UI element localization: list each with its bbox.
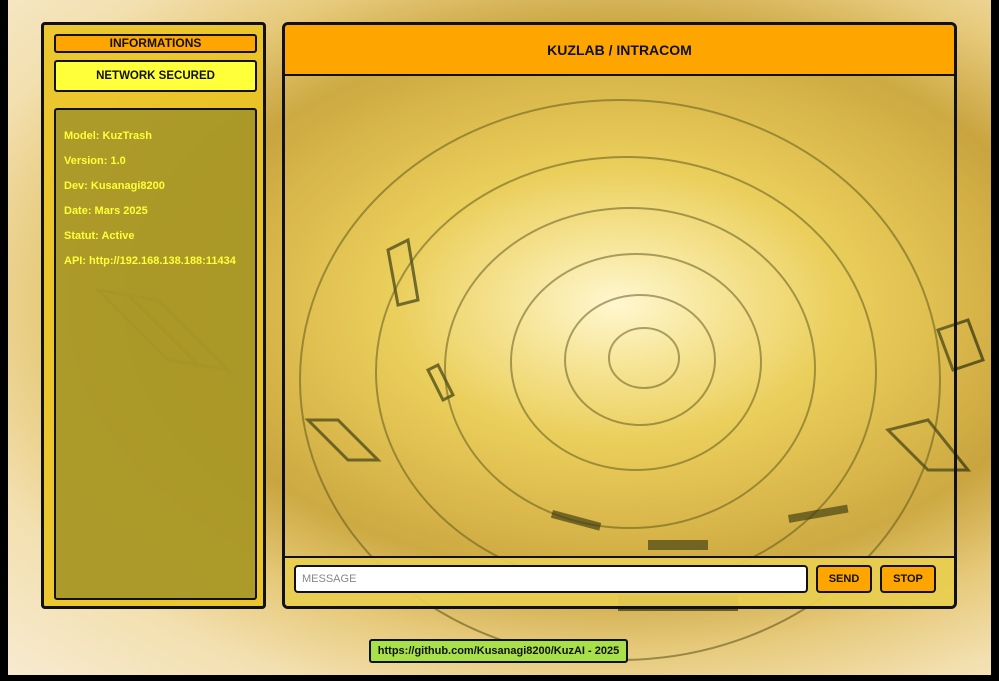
chat-input-bar: SEND STOP: [285, 556, 954, 606]
info-panel-title: INFORMATIONS: [54, 34, 257, 53]
model-date: Date: Mars 2025: [64, 205, 148, 217]
chat-title: KUZLAB / INTRACOM: [547, 41, 692, 58]
chat-panel: KUZLAB / INTRACOM SEND STOP: [282, 22, 957, 609]
info-panel: INFORMATIONS NETWORK SECURED Model: KuzT…: [41, 22, 266, 609]
api-endpoint: API: http://192.168.138.188:11434: [64, 255, 236, 267]
stop-button[interactable]: STOP: [880, 565, 936, 593]
chat-header: KUZLAB / INTRACOM: [285, 25, 954, 76]
send-button[interactable]: SEND: [816, 565, 872, 593]
model-details: Model: KuzTrash Version: 1.0 Dev: Kusana…: [54, 108, 257, 600]
message-input[interactable]: [294, 565, 808, 593]
chat-messages-area[interactable]: [285, 76, 954, 558]
network-status-badge: NETWORK SECURED: [54, 60, 257, 92]
model-name: Model: KuzTrash: [64, 130, 153, 142]
model-developer: Dev: Kusanagi8200: [64, 180, 165, 192]
model-status: Statut: Active: [64, 230, 135, 242]
github-link[interactable]: https://github.com/Kusanagi8200/KuzAI - …: [369, 639, 628, 663]
model-version: Version: 1.0: [64, 155, 126, 167]
